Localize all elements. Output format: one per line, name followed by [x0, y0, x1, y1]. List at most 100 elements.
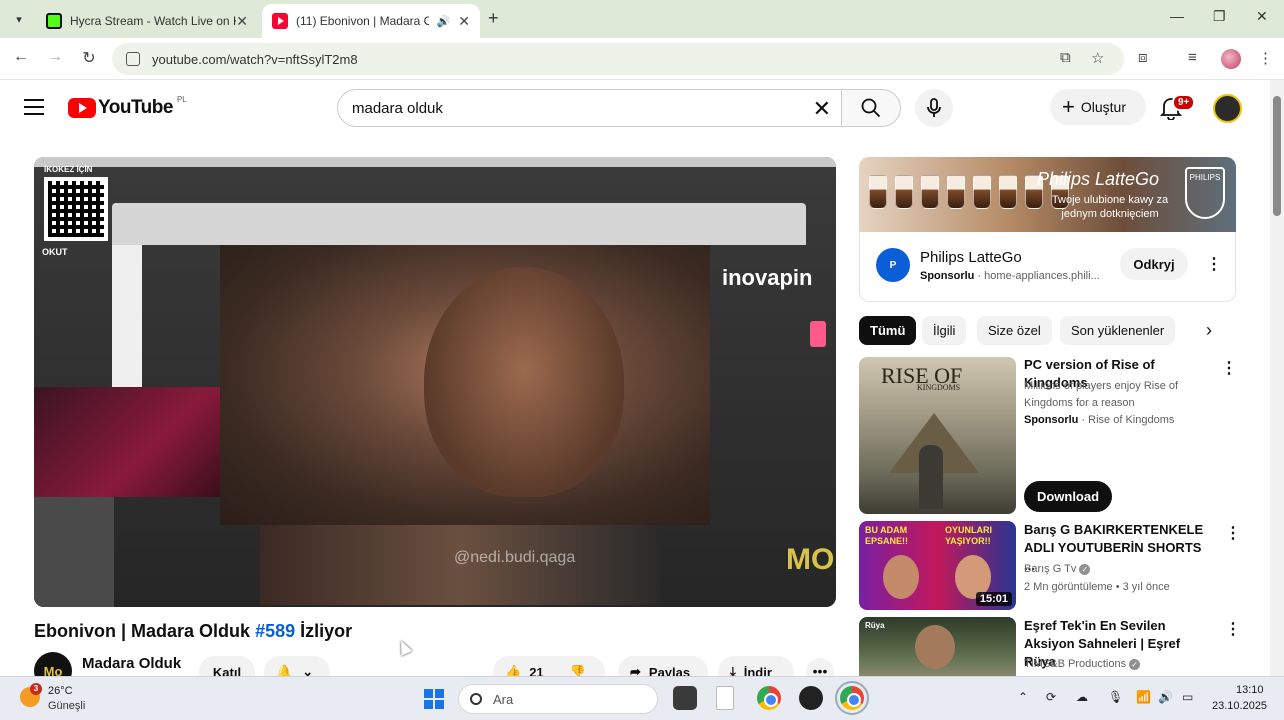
webcam-face — [424, 267, 624, 497]
search-query: madara olduk — [352, 99, 443, 117]
rec-description: Millions of players enjoy Rise of Kingdo… — [1024, 380, 1179, 409]
video-player[interactable]: İKOKEZ İÇİN OKUT inovapin @nedi.budi.qag… — [34, 157, 836, 607]
youtube-logo[interactable]: YouTube PL — [68, 95, 187, 119]
speaker-icon[interactable]: 🔊 — [437, 15, 451, 28]
ad-info-card[interactable]: P Philips LatteGo Sponsorlu · home-appli… — [859, 232, 1236, 302]
sync-icon[interactable]: ⟳ — [1046, 690, 1056, 704]
browser-menu-icon[interactable]: ⋮ — [1258, 49, 1273, 67]
ad-cta-button[interactable]: Odkryj — [1120, 248, 1188, 280]
browser-profile-avatar[interactable] — [1221, 49, 1241, 69]
extensions-icon[interactable]: ⧈ — [1138, 49, 1148, 66]
youtube-masthead: YouTube PL madara olduk ✕ + Oluştur 9+ — [0, 80, 1270, 136]
search-icon — [861, 98, 881, 118]
stream-sponsor-logo: inovapin — [722, 265, 813, 290]
mouse-cursor — [395, 638, 413, 656]
media-control-icon[interactable]: ≡ — [1188, 49, 1197, 66]
chip-related[interactable]: İlgili — [922, 316, 967, 345]
taskbar-search-placeholder: Ara — [493, 691, 514, 707]
thumb-caption-left: BU ADAM EPSANE!! — [865, 525, 909, 546]
rec-download-button[interactable]: Download — [1024, 481, 1112, 512]
stream-pink-tab — [810, 321, 826, 347]
wifi-icon[interactable]: 📶 — [1136, 690, 1151, 704]
thumb-caption-right: OYUNLARI YAŞIYOR!! — [945, 525, 992, 546]
browser-tab-kick[interactable]: Hycra Stream - Watch Live on K ✕ — [36, 4, 258, 38]
rec-channel[interactable]: Barış G Tv — [1024, 563, 1076, 575]
qr-label-top: İKOKEZ İÇİN — [44, 165, 93, 174]
rec-channel[interactable]: Rise of Kingdoms — [1088, 414, 1174, 426]
task-view-icon[interactable] — [673, 686, 697, 710]
rec-thumbnail-esref[interactable]: Rüya — [859, 617, 1016, 677]
close-tab-icon[interactable]: ✕ — [236, 13, 248, 30]
rec-menu-icon[interactable]: ⋮ — [1225, 619, 1241, 639]
chevron-right-icon[interactable]: › — [1206, 320, 1212, 341]
address-bar[interactable]: youtube.com/watch?v=nftSsylT2m8 — [112, 43, 1124, 75]
voice-search-button[interactable] — [915, 89, 953, 127]
create-label: Oluştur — [1080, 99, 1126, 115]
rec-channel[interactable]: TIMS&B Productions — [1024, 658, 1126, 670]
site-info-icon[interactable] — [126, 52, 140, 66]
taskbar-search-input[interactable]: Ara — [458, 684, 658, 714]
sponsored-label: Sponsorlu — [920, 270, 975, 282]
clock-time[interactable]: 13:10 — [1236, 684, 1264, 696]
video-title: Ebonivon | Madara Olduk #589 İzliyor — [34, 621, 352, 642]
forward-icon[interactable]: → — [44, 48, 66, 66]
clock-date[interactable]: 23.10.2025 — [1212, 700, 1267, 712]
tray-overflow-chevron-icon[interactable]: ⌃ — [1018, 690, 1028, 704]
create-button[interactable]: + Oluştur — [1050, 89, 1146, 125]
rec-channel-row: Barış G Tv ✓ — [1024, 561, 1091, 578]
ad-meta: Sponsorlu · home-appliances.phili... — [920, 270, 1100, 282]
cloud-icon[interactable]: ☁ — [1076, 690, 1088, 704]
chip-for-you[interactable]: Size özel — [977, 316, 1052, 345]
battery-icon[interactable]: ▭ — [1182, 690, 1193, 704]
hamburger-menu-icon[interactable] — [24, 99, 44, 120]
ad-banner-brand: Philips LatteGo — [1037, 169, 1160, 189]
rec-channel-row: TIMS&B Productions ✓ — [1024, 656, 1141, 673]
chip-all[interactable]: Tümü — [859, 316, 917, 345]
rec-thumbnail-baris[interactable]: BU ADAM EPSANE!! OYUNLARI YAŞIYOR!! 15:0… — [859, 521, 1016, 610]
microphone-tray-icon[interactable]: 🎙 — [1108, 690, 1123, 704]
rec-thumbnail-rok[interactable]: RISE OF KINGDOMS — [859, 357, 1016, 514]
chrome-icon[interactable] — [757, 686, 781, 710]
verified-check-icon: ✓ — [1129, 658, 1141, 670]
channel-name[interactable]: Madara Olduk — [82, 655, 181, 672]
reload-icon[interactable]: ↻ — [78, 48, 100, 68]
restore-icon[interactable]: ❐ — [1213, 8, 1226, 25]
minimize-icon[interactable]: — — [1170, 8, 1184, 24]
clear-search-icon[interactable]: ✕ — [813, 96, 831, 122]
video-title-suffix: İzliyor — [300, 621, 353, 641]
actor-face-image — [915, 625, 955, 669]
ad-banner-image[interactable]: Philips LatteGo Twoje ulubione kawy za j… — [859, 157, 1236, 232]
sponsored-label: Sponsorlu — [1024, 414, 1079, 426]
microphone-icon — [927, 98, 941, 117]
video-hashtag-link[interactable]: #589 — [255, 621, 295, 641]
search-button[interactable] — [841, 89, 901, 127]
bookmark-star-icon[interactable]: ☆ — [1091, 49, 1104, 67]
search-input[interactable]: madara olduk ✕ — [337, 89, 841, 127]
weather-description[interactable]: Güneşli — [48, 700, 85, 712]
rok-thumb-sub: KINGDOMS — [917, 383, 961, 392]
tab-search-chevron-icon[interactable]: ▾ — [8, 8, 30, 30]
browser-tab-youtube[interactable]: (11) Ebonivon | Madara Old 🔊 ✕ — [262, 4, 480, 38]
chip-recently-uploaded[interactable]: Son yüklenenler — [1060, 316, 1176, 345]
back-icon[interactable]: ← — [10, 48, 32, 66]
rec-meta: Sponsorlu · Rise of Kingdoms — [1024, 414, 1175, 426]
scrollbar-thumb[interactable] — [1273, 96, 1281, 216]
windows-start-icon[interactable] — [424, 689, 444, 709]
new-tab-icon[interactable]: + — [488, 8, 499, 29]
file-icon[interactable] — [716, 686, 734, 710]
ad-domain: home-appliances.phili... — [984, 270, 1100, 282]
close-window-icon[interactable]: ✕ — [1256, 8, 1268, 25]
ad-menu-icon[interactable]: ⋮ — [1206, 254, 1222, 274]
chrome-active-icon[interactable] — [835, 681, 869, 715]
youtube-play-logo-icon — [68, 98, 96, 118]
close-tab-icon[interactable]: ✕ — [458, 13, 470, 30]
channel-corner-logo: MO — [786, 543, 835, 576]
volume-icon[interactable]: 🔊 — [1158, 690, 1173, 704]
account-avatar[interactable] — [1213, 94, 1242, 123]
rec-menu-icon[interactable]: ⋮ — [1221, 358, 1237, 378]
install-app-icon[interactable]: ⧉ — [1060, 49, 1071, 66]
weather-temperature[interactable]: 26°C — [48, 685, 73, 697]
app-icon[interactable] — [799, 686, 823, 710]
country-code: PL — [176, 95, 187, 104]
rec-menu-icon[interactable]: ⋮ — [1225, 523, 1241, 543]
